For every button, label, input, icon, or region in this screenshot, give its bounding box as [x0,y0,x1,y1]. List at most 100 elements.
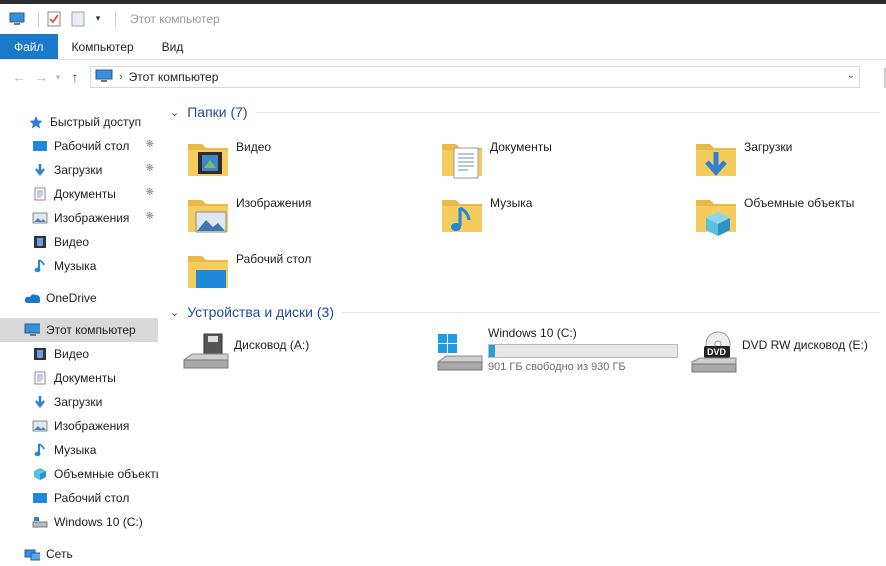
picture-icon [32,210,48,226]
customize-toolbar-icon[interactable]: ▾ [93,10,103,28]
desktop-icon [32,138,48,154]
nav-quick-music[interactable]: Музыка [0,254,158,278]
nav-label: Загрузки [54,163,103,177]
folder-tile-3d-objects[interactable]: Объемные объекты [692,190,854,238]
devices-section-header[interactable]: ⌄ Устройства и диски (3) [170,304,880,320]
nav-pc-downloads[interactable]: Загрузки [0,390,158,414]
nav-quick-desktop[interactable]: Рабочий стол ❋ [0,134,158,158]
folder-tile-documents[interactable]: Документы [438,134,552,182]
nav-pc-desktop[interactable]: Рабочий стол [0,486,158,510]
forward-arrow-icon[interactable]: → [30,66,52,88]
folders-section-header[interactable]: ⌄ Папки (7) [170,104,880,120]
up-arrow-icon[interactable]: ↑ [64,66,86,88]
title-separator-2 [115,10,116,27]
nav-label: Быстрый доступ [50,115,142,129]
pictures-folder-icon [184,190,232,238]
folder-tile-music[interactable]: Музыка [438,190,532,238]
drive-tile-dvd[interactable]: DVD DVD RW дисковод (E:) [690,330,868,378]
pin-icon[interactable]: ❋ [146,163,154,174]
tab-computer[interactable]: Компьютер [58,34,148,59]
nav-onedrive[interactable]: OneDrive [0,286,158,310]
address-computer-icon [95,69,113,86]
nav-quick-pictures[interactable]: Изображения ❋ [0,206,158,230]
pin-icon[interactable]: ❋ [146,211,154,222]
section-divider [255,111,880,113]
drive-tile-c[interactable]: Windows 10 (C:) 901 ГБ свободно из 930 Г… [436,324,678,380]
address-dropdown-icon[interactable]: ⌄ [847,70,855,81]
breadcrumb-chevron-icon[interactable]: › [119,71,123,83]
download-arrow-icon [32,394,48,410]
nav-label: OneDrive [46,291,97,305]
nav-this-pc[interactable]: Этот компьютер [0,318,158,342]
content-area: Быстрый доступ Рабочий стол ❋ Загрузки ❋… [0,98,886,566]
video-folder-icon [184,134,232,182]
music-folder-icon [438,190,486,238]
dvd-badge: DVD [707,347,727,357]
nav-quick-documents[interactable]: Документы ❋ [0,182,158,206]
nav-quick-videos[interactable]: Видео [0,230,158,254]
nav-quick-access[interactable]: Быстрый доступ [0,110,158,134]
document-icon [32,186,48,202]
breadcrumb-this-pc[interactable]: Этот компьютер [129,70,219,84]
drive-free-space: 901 ГБ свободно из 930 ГБ [488,361,626,373]
collapse-chevron-icon[interactable]: ⌄ [170,106,179,119]
documents-folder-icon [438,134,486,182]
nav-label: Музыка [54,259,97,273]
tab-view[interactable]: Вид [148,34,198,59]
tab-file[interactable]: Файл [0,34,58,59]
computer-icon [8,10,26,28]
nav-pc-music[interactable]: Музыка [0,438,158,462]
window-title: Этот компьютер [130,11,220,26]
drive-label: DVD RW дисковод (E:) [742,338,868,352]
title-separator [38,10,39,27]
downloads-folder-icon [692,134,740,182]
properties-icon[interactable] [45,10,63,28]
nav-label: Изображения [54,419,130,433]
ribbon-tabs: Файл Компьютер Вид [0,34,886,60]
cube-icon [32,466,48,482]
nav-label: Загрузки [54,395,103,409]
nav-pc-drive-c[interactable]: Windows 10 (C:) [0,510,158,534]
back-arrow-icon[interactable]: ← [8,66,30,88]
collapse-chevron-icon[interactable]: ⌄ [170,306,179,319]
address-row: ← → ▾ ↑ › Этот компьютер ⌄ [0,60,886,94]
nav-label: Документы [54,371,116,385]
nav-label: Этот компьютер [46,323,136,337]
nav-label: Видео [54,235,90,249]
address-bar[interactable]: › Этот компьютер ⌄ [90,66,860,88]
folder-tile-videos[interactable]: Видео [184,134,271,182]
nav-pc-videos[interactable]: Видео [0,342,158,366]
desktop-icon [32,490,48,506]
nav-pc-3d-objects[interactable]: Объемные объекты [0,462,158,486]
folder-tile-pictures[interactable]: Изображения [184,190,311,238]
pin-icon[interactable]: ❋ [146,139,154,150]
folder-label: Загрузки [744,140,793,154]
document-icon [32,370,48,386]
new-folder-icon[interactable] [69,10,87,28]
nav-pc-pictures[interactable]: Изображения [0,414,158,438]
recent-dropdown-icon[interactable]: ▾ [52,66,64,88]
nav-label: Документы [54,187,116,201]
title-bar: ▾ Этот компьютер [0,4,886,34]
nav-label: Видео [54,347,90,361]
drive-label: Windows 10 (C:) [488,326,577,340]
folder-tile-desktop[interactable]: Рабочий стол [184,246,311,294]
pin-icon[interactable]: ❋ [146,187,154,198]
nav-network[interactable]: Сеть [0,542,158,566]
folder-label: Изображения [236,196,312,210]
nav-label: Рабочий стол [54,491,130,505]
nav-pc-documents[interactable]: Документы [0,366,158,390]
drive-icon [32,514,48,530]
picture-icon [32,418,48,434]
nav-label: Музыка [54,443,97,457]
nav-label: Объемные объекты [54,467,158,481]
section-divider [342,311,880,313]
folder-tile-downloads[interactable]: Загрузки [692,134,792,182]
drive-usage-bar [488,344,678,358]
drive-tile-floppy[interactable]: Дисковод (A:) [182,330,309,378]
music-note-icon [32,442,48,458]
computer-icon [24,322,40,338]
nav-quick-downloads[interactable]: Загрузки ❋ [0,158,158,182]
download-arrow-icon [32,162,48,178]
